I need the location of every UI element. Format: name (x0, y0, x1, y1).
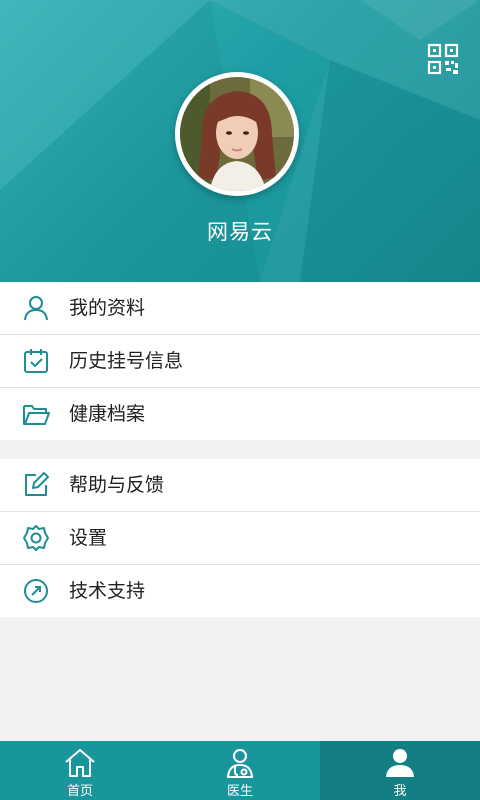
tab-home[interactable]: 首页 (0, 741, 160, 800)
menu-group-account: 我的资料 历史挂号信息 健康档案 (0, 282, 480, 440)
folder-icon (23, 405, 50, 425)
tab-me[interactable]: 我 (320, 741, 480, 800)
gear-icon (23, 525, 49, 551)
menu-item-label: 技术支持 (69, 580, 146, 602)
qr-code-icon[interactable] (427, 43, 459, 75)
doctor-icon (226, 749, 254, 778)
edit-icon (25, 472, 49, 496)
profile-header: 网易云 (0, 0, 480, 282)
menu-item-label: 健康档案 (69, 403, 146, 425)
tab-doctor[interactable]: 医生 (160, 741, 320, 800)
menu-item-settings[interactable]: 设置 (0, 512, 480, 565)
home-icon (65, 749, 95, 777)
menu-group-support: 帮助与反馈 设置 技术支持 (0, 459, 480, 617)
tab-label: 首页 (66, 784, 93, 799)
menu-item-my-profile[interactable]: 我的资料 (0, 282, 480, 335)
username: 网易云 (207, 220, 273, 244)
menu-item-label: 帮助与反馈 (69, 474, 165, 496)
menu-item-help-feedback[interactable]: 帮助与反馈 (0, 459, 480, 512)
person-icon (24, 296, 48, 321)
menu-item-label: 设置 (69, 527, 108, 549)
user-avatar[interactable] (175, 72, 299, 196)
user-icon (386, 749, 414, 777)
menu-item-label: 我的资料 (69, 297, 146, 319)
calendar-check-icon (24, 349, 48, 373)
tab-label: 医生 (226, 784, 253, 799)
bottom-tab-bar: 首页 医生 我 (0, 741, 480, 800)
menu-item-tech-support[interactable]: 技术支持 (0, 565, 480, 617)
compass-icon (24, 579, 48, 603)
tab-label: 我 (393, 784, 407, 799)
menu-item-label: 历史挂号信息 (69, 350, 184, 372)
menu-item-registration-history[interactable]: 历史挂号信息 (0, 335, 480, 388)
menu-item-health-records[interactable]: 健康档案 (0, 388, 480, 440)
